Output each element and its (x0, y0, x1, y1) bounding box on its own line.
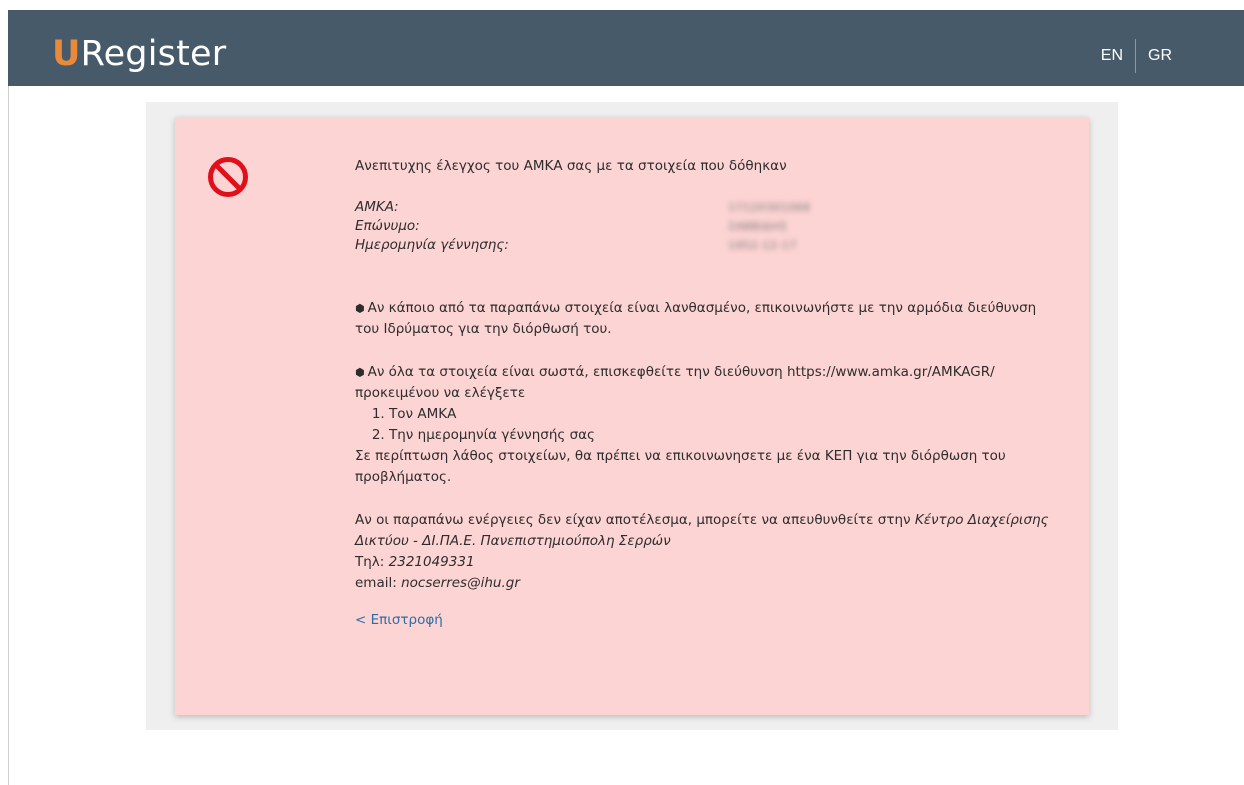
app-header: URegister EN GR (8, 10, 1244, 86)
error-panel: Ανεπιτυχης έλεγχος του ΑΜΚΑ σας με τα στ… (175, 117, 1089, 715)
language-switcher: EN GR (1101, 39, 1172, 73)
birthdate-label: Ημερομηνία γέννησης: (355, 237, 509, 253)
surname-value: ΣΑΒΒΙΔΗΣ (728, 220, 788, 233)
uregister-logo[interactable]: URegister (52, 32, 226, 76)
error-title: Ανεπιτυχης έλεγχος του ΑΜΚΑ σας με τα στ… (355, 158, 787, 174)
bullet-icon: ⬢ (355, 302, 365, 315)
logo-initial: U (52, 34, 81, 74)
submitted-info: ΑΜΚΑ: 17120301068 Επώνυμο: ΣΑΒΒΙΔΗΣ Ημερ… (355, 199, 1055, 254)
bullet2-outro: Σε περίπτωση λάθος στοιχείων, θα πρέπει … (355, 448, 1006, 485)
email-label: email: (355, 575, 397, 591)
contact-info: Αν οι παραπάνω ενέργειες δεν είχαν αποτέ… (355, 510, 1055, 552)
list-item: Την ημερομηνία γέννησής σας (389, 425, 1055, 446)
email-value: nocserres@ihu.gr (401, 575, 520, 591)
logo-text: Register (80, 34, 227, 74)
lang-gr-link[interactable]: GR (1148, 47, 1172, 65)
surname-label: Επώνυμο: (355, 218, 420, 234)
bullet-icon: ⬢ (355, 366, 365, 379)
amka-label: ΑΜΚΑ: (355, 199, 399, 215)
left-frame-border (8, 86, 9, 785)
lang-separator (1135, 39, 1136, 73)
amka-value: 17120301068 (728, 201, 811, 214)
phone-value: 2321049331 (388, 554, 475, 570)
birthdate-value: 1952-12-17 (728, 239, 797, 252)
error-content: Ανεπιτυχης έλεγχος του ΑΜΚΑ σας με τα στ… (355, 157, 1055, 631)
lang-en-link[interactable]: EN (1101, 47, 1123, 65)
contact-email: email: nocserres@ihu.gr (355, 573, 1055, 594)
bullet-incorrect-data: ⬢ Αν κάποιο από τα παραπάνω στοιχεία είνα… (355, 298, 1055, 340)
bullet-correct-data: ⬢ Αν όλα τα στοιχεία είναι σωστά, επισκεφ… (355, 362, 1055, 404)
bullet2-intro: Αν όλα τα στοιχεία είναι σωστά, επισκεφθ… (355, 364, 995, 401)
contact-phone: Τηλ: 2321049331 (355, 552, 1055, 573)
bullet1-text: Αν κάποιο από τα παραπάνω στοιχεία είναι… (355, 300, 1037, 337)
contact-intro: Αν οι παραπάνω ενέργειες δεν είχαν αποτέ… (355, 512, 911, 528)
ban-icon (208, 157, 248, 197)
list-item: Τον ΑΜΚΑ (389, 404, 1055, 425)
check-list: Τον ΑΜΚΑ Την ημερομηνία γέννησής σας (355, 404, 1055, 446)
back-link[interactable]: < Επιστροφή (355, 610, 1055, 631)
phone-label: Τηλ: (355, 554, 385, 570)
